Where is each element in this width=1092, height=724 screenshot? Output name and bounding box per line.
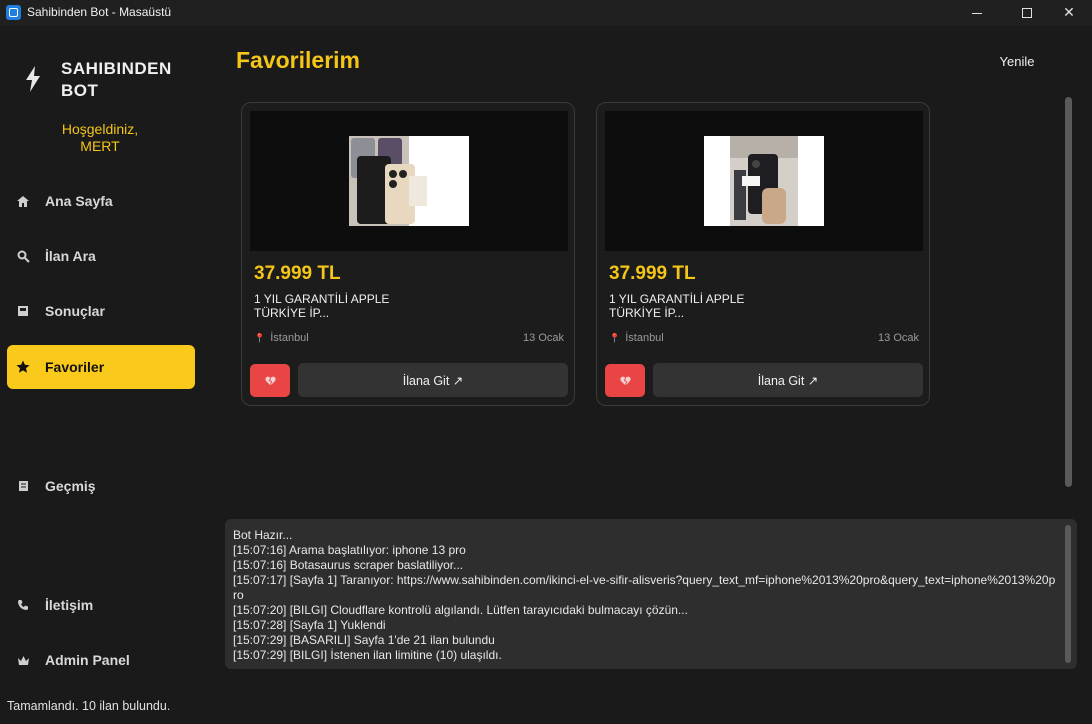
listing-image (704, 136, 824, 226)
favorite-card: 37.999 TL 1 YIL GARANTİLİ APPLE TÜRKİYE … (596, 102, 930, 406)
listing-title[interactable]: 1 YIL GARANTİLİ APPLE TÜRKİYE İP... (254, 292, 454, 320)
listing-location-text: İstanbul (270, 332, 309, 344)
app-icon (6, 5, 21, 20)
close-button[interactable]: ✕ (1046, 0, 1092, 26)
remove-favorite-button[interactable] (605, 364, 645, 397)
broken-heart-icon (619, 376, 631, 386)
lightning-icon (26, 66, 40, 92)
app-window: Sahibinden Bot - Masaüstü ✕ SAHIBINDEN B… (0, 0, 1092, 724)
sidebar: SAHIBINDEN BOT Hoşgeldiniz, MERT Ana Say… (0, 26, 205, 724)
log-line: [15:07:29] [BASARILI] Sayfa 1'de 21 ilan… (233, 633, 495, 647)
close-icon: ✕ (1063, 5, 1075, 21)
crown-icon (15, 655, 31, 666)
inbox-icon (15, 305, 31, 317)
logo-line-1: SAHIBINDEN (61, 59, 172, 78)
phone-icon (15, 599, 31, 611)
location-pin-icon: 📍 (254, 332, 266, 343)
title-bar: Sahibinden Bot - Masaüstü ✕ (0, 0, 1092, 26)
log-line: [15:07:16] Arama başlatılıyor: iphone 13… (233, 543, 466, 557)
go-to-listing-button[interactable]: İlana Git ↗ (298, 363, 568, 397)
location-pin-icon: 📍 (609, 332, 621, 343)
minimize-icon (972, 12, 982, 14)
listing-price: 37.999 TL (254, 263, 341, 284)
star-icon (15, 360, 31, 374)
sidebar-item-label: Favoriler (45, 359, 105, 375)
log-panel[interactable]: Bot Hazır... [15:07:16] Arama başlatılıy… (225, 519, 1077, 669)
sidebar-item-gecmis[interactable]: Geçmiş (7, 464, 195, 508)
log-line: Bot Hazır... (233, 528, 293, 542)
broken-heart-icon (264, 376, 276, 386)
listing-title[interactable]: 1 YIL GARANTİLİ APPLE TÜRKİYE İP... (609, 292, 809, 320)
log-text: Bot Hazır... [15:07:16] Arama başlatılıy… (233, 528, 1059, 663)
welcome-username: MERT (80, 138, 120, 154)
window-title: Sahibinden Bot - Masaüstü (27, 5, 172, 19)
maximize-button[interactable] (1004, 0, 1050, 26)
sidebar-item-label: İlan Ara (45, 248, 96, 264)
remove-favorite-button[interactable] (250, 364, 290, 397)
listing-date: 13 Ocak (878, 332, 919, 344)
listing-image-box[interactable] (605, 111, 923, 251)
listing-title-line-1: 1 YIL GARANTİLİ APPLE (254, 292, 390, 306)
refresh-button[interactable]: Yenile (985, 50, 1049, 72)
sidebar-item-label: Sonuçlar (45, 303, 105, 319)
sidebar-item-label: Ana Sayfa (45, 193, 113, 209)
log-line: [15:07:20] [BILGI] Cloudflare kontrolü a… (233, 603, 688, 617)
welcome-message: Hoşgeldiniz, MERT (20, 121, 180, 155)
minimize-button[interactable] (954, 0, 1000, 26)
sidebar-item-sonuclar[interactable]: Sonuçlar (7, 289, 195, 333)
log-line: [15:07:29] [BILGI] İstenen ilan limitine… (233, 648, 502, 662)
listing-location: 📍 İstanbul (254, 332, 309, 344)
status-bar-text: Tamamlandı. 10 ilan bulundu. (7, 699, 171, 713)
scroll-icon (15, 480, 31, 492)
welcome-greeting: Hoşgeldiniz, (61, 121, 139, 137)
sidebar-item-ilan-ara[interactable]: İlan Ara (7, 234, 195, 278)
listing-title-line-2: TÜRKİYE İP... (609, 306, 685, 320)
search-icon (15, 250, 31, 263)
listing-image-box[interactable] (250, 111, 568, 251)
sidebar-item-favoriler[interactable]: Favoriler (7, 345, 195, 389)
listing-location-text: İstanbul (625, 332, 664, 344)
listing-title-line-1: 1 YIL GARANTİLİ APPLE (609, 292, 745, 306)
sidebar-item-label: Geçmiş (45, 478, 96, 494)
sidebar-item-ana-sayfa[interactable]: Ana Sayfa (7, 179, 195, 223)
page-title: Favorilerim (236, 47, 360, 73)
sidebar-item-iletisim[interactable]: İletişim (7, 583, 195, 627)
scrollbar-thumb[interactable] (1065, 97, 1072, 487)
sidebar-item-label: Admin Panel (45, 652, 130, 668)
listing-location: 📍 İstanbul (609, 332, 664, 344)
log-line: [15:07:17] [Sayfa 1] Taranıyor: https://… (233, 573, 1056, 602)
listing-date: 13 Ocak (523, 332, 564, 344)
go-to-listing-button[interactable]: İlana Git ↗ (653, 363, 923, 397)
app-logo-text: SAHIBINDEN BOT (61, 58, 191, 102)
favorite-card: 37.999 TL 1 YIL GARANTİLİ APPLE TÜRKİYE … (241, 102, 575, 406)
home-icon (15, 195, 31, 208)
log-scrollbar[interactable] (1065, 525, 1071, 663)
sidebar-item-admin-panel[interactable]: Admin Panel (7, 638, 195, 682)
listing-price: 37.999 TL (609, 263, 696, 284)
listing-image (349, 136, 469, 226)
logo-line-2: BOT (61, 81, 99, 100)
maximize-icon (1022, 8, 1032, 18)
log-line: [15:07:16] Botasaurus scraper baslatiliy… (233, 558, 464, 572)
listing-title-line-2: TÜRKİYE İP... (254, 306, 330, 320)
sidebar-item-label: İletişim (45, 597, 94, 613)
log-line: [15:07:28] [Sayfa 1] Yuklendi (233, 618, 386, 632)
